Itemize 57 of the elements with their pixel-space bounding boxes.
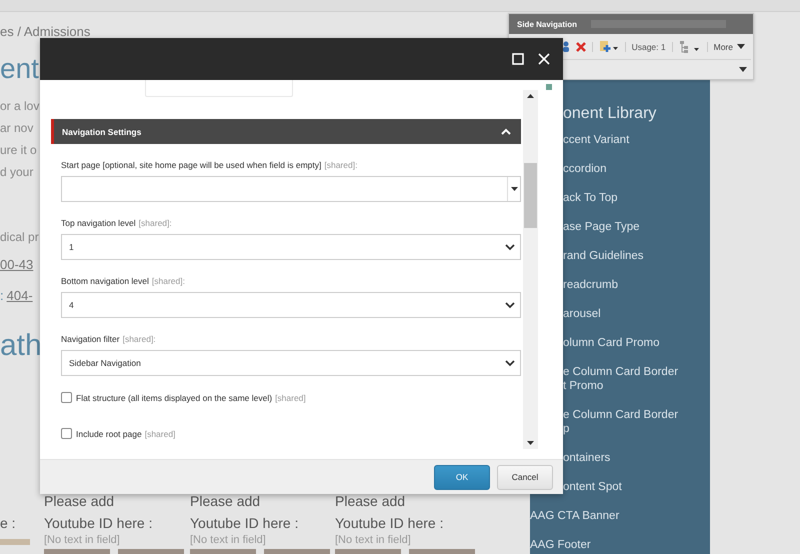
sidebar-item[interactable]: arousel bbox=[563, 307, 601, 321]
empty-field-text: [No text in field] bbox=[44, 534, 120, 546]
phone-label: : bbox=[0, 288, 4, 303]
sidebar-item[interactable]: e Column Card Border p bbox=[563, 408, 678, 436]
sidebar-item[interactable]: ccent Variant bbox=[563, 133, 630, 147]
phone-link[interactable]: 404- bbox=[6, 288, 33, 303]
checkbox-label: Flat structure (all items displayed on the same level) bbox=[76, 392, 272, 402]
field-label: Top navigation level bbox=[61, 218, 136, 228]
sidebar-item[interactable]: readcrumb bbox=[563, 278, 618, 292]
field-label: e : bbox=[0, 515, 16, 531]
text-line: dical pr bbox=[0, 229, 39, 245]
field-label: Youtube ID here : bbox=[44, 515, 152, 531]
usage-label: Usage: 1 bbox=[632, 42, 666, 52]
field-label: Youtube ID here : bbox=[335, 515, 444, 531]
sidebar-item[interactable]: ccordion bbox=[563, 162, 606, 176]
shared-tag: [shared] bbox=[275, 392, 306, 402]
shared-tag: [shared]: bbox=[138, 218, 172, 228]
shared-tag: [shared]: bbox=[122, 334, 156, 344]
text-line: ar nov bbox=[0, 120, 34, 136]
text-line: d your bbox=[0, 164, 34, 180]
checkbox-label: Include root page bbox=[76, 428, 142, 438]
shared-tag: [shared]: bbox=[152, 276, 185, 286]
more-menu-button[interactable]: More bbox=[714, 42, 745, 52]
shared-tag: [shared]: bbox=[324, 160, 358, 170]
cancel-button[interactable]: Cancel bbox=[497, 464, 553, 490]
heading: ath bbox=[0, 329, 42, 363]
sidebar-item[interactable]: AAG CTA Banner bbox=[530, 509, 620, 523]
sidebar-item[interactable]: olumn Card Promo bbox=[563, 336, 660, 350]
sidebar-item[interactable]: ase Page Type bbox=[563, 220, 640, 234]
empty-field-text: [No text in field] bbox=[190, 534, 266, 546]
sidebar-item[interactable]: AAG Footer bbox=[530, 538, 591, 552]
empty-field-text: [No text in field] bbox=[335, 534, 411, 546]
sidebar-title: onent Library bbox=[562, 105, 658, 123]
sidebar-item[interactable]: rand Guidelines bbox=[563, 249, 644, 263]
sidebar-item[interactable]: ack To Top bbox=[563, 191, 618, 205]
field-label: Bottom navigation level bbox=[61, 276, 149, 286]
field-title: Please add bbox=[335, 493, 406, 509]
breadcrumb: es / Admissions bbox=[0, 23, 90, 39]
shared-tag: [shared] bbox=[144, 428, 176, 438]
section-header[interactable]: Navigation Settings bbox=[51, 119, 521, 144]
select-field[interactable]: Sidebar Navigation bbox=[61, 350, 521, 376]
field-label: Youtube ID here : bbox=[190, 515, 298, 531]
sidebar-item[interactable]: e Column Card Border t Promo bbox=[563, 365, 678, 393]
heading: ent bbox=[0, 53, 39, 85]
sidebar-item[interactable]: ontent Spot bbox=[563, 480, 622, 494]
text-line: or a lov bbox=[0, 98, 40, 114]
ok-button[interactable]: OK bbox=[434, 464, 490, 490]
field-title: Please add bbox=[44, 493, 114, 509]
field-title: Please add bbox=[190, 493, 260, 509]
text-line: ure it o bbox=[0, 142, 37, 158]
phone-link[interactable]: 00-43 bbox=[0, 257, 34, 272]
select-field[interactable]: 4 bbox=[61, 292, 521, 318]
field-label: Navigation filter bbox=[61, 334, 120, 344]
sidebar-item[interactable]: ontainers bbox=[563, 451, 610, 465]
select-field[interactable]: 1 bbox=[61, 234, 521, 260]
field-label: Start page [optional, site home page will be used when field is empty] bbox=[61, 160, 322, 170]
panel-title: Side Navigation bbox=[517, 20, 578, 28]
